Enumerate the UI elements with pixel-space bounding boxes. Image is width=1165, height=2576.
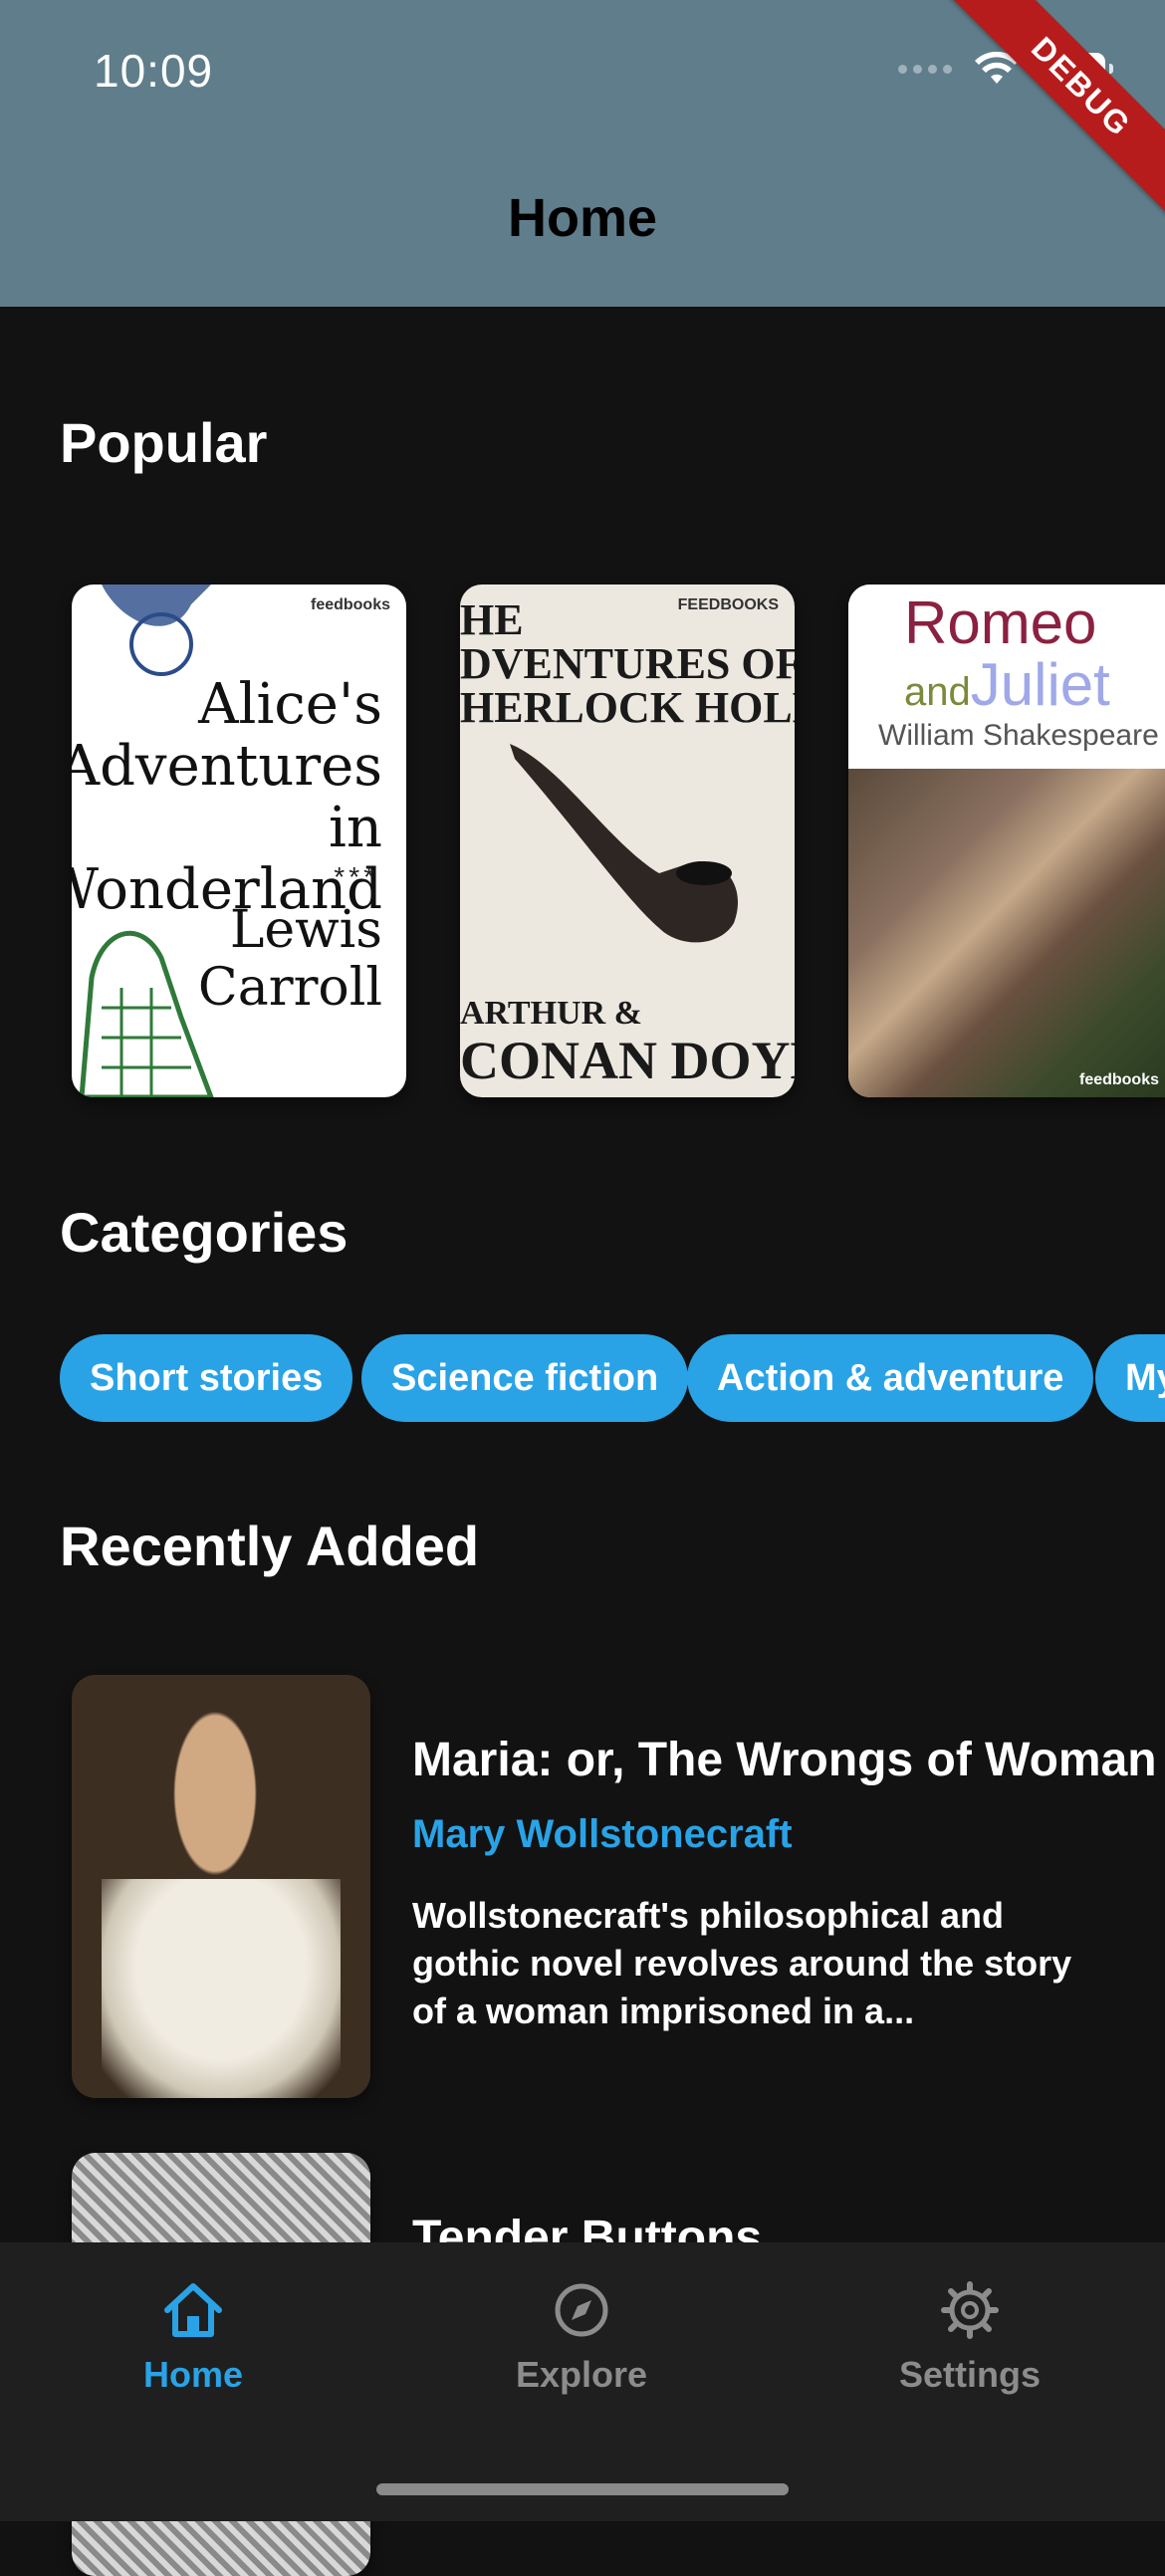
nav-label: Settings bbox=[898, 2354, 1041, 2395]
app-bar: 10:09 Home bbox=[0, 0, 1165, 307]
status-time: 10:09 bbox=[94, 45, 214, 97]
categories-heading: Categories bbox=[60, 1201, 349, 1264]
category-chip-mystery[interactable]: My bbox=[1095, 1334, 1165, 1422]
nav-label: Explore bbox=[515, 2354, 648, 2395]
signal-icon bbox=[898, 64, 952, 74]
cover-title: Romeo andJuliet bbox=[904, 589, 1110, 718]
book-cover-sherlock[interactable]: FEEDBOOKS HE DVENTURES OF HERLOCK HOLME … bbox=[460, 585, 795, 1097]
pipe-illustration bbox=[510, 744, 738, 943]
book-cover-romeo[interactable]: Romeo andJuliet William Shakespeare feed… bbox=[848, 585, 1165, 1097]
book-author: Mary Wollstonecraft bbox=[412, 1812, 793, 1856]
cover-header: Romeo andJuliet William Shakespeare bbox=[848, 585, 1165, 769]
cover-author: ARTHUR & CONAN DOYLE bbox=[460, 995, 795, 1090]
publisher-logo: feedbooks bbox=[310, 596, 390, 613]
nav-settings[interactable]: Settings bbox=[820, 2280, 1119, 2396]
nav-explore[interactable]: Explore bbox=[432, 2280, 731, 2396]
popular-heading: Popular bbox=[60, 411, 268, 474]
category-chip-science-fiction[interactable]: Science fiction bbox=[361, 1334, 689, 1422]
home-icon bbox=[164, 2283, 222, 2337]
nav-home[interactable]: Home bbox=[44, 2280, 343, 2396]
book-cover-maria[interactable] bbox=[72, 1675, 370, 2098]
category-chip-short-stories[interactable]: Short stories bbox=[60, 1334, 353, 1422]
portrait-dress bbox=[102, 1879, 341, 2098]
nav-label: Home bbox=[142, 2354, 244, 2395]
home-indicator bbox=[376, 2483, 789, 2495]
book-description: Wollstonecraft's philosophical and gothi… bbox=[412, 1895, 1072, 2031]
cover-stars: *** bbox=[334, 861, 378, 892]
bottom-navigation: Home Explore Settings bbox=[0, 2242, 1165, 2521]
cover-title: HE DVENTURES OF HERLOCK HOLME bbox=[460, 595, 795, 732]
category-chip-action-adventure[interactable]: Action & adventure bbox=[687, 1334, 1094, 1422]
cover-author: Lewis Carroll bbox=[197, 900, 382, 1018]
cover-author: William Shakespeare bbox=[878, 719, 1159, 752]
rabbit-illustration bbox=[79, 930, 214, 1097]
recently-added-heading: Recently Added bbox=[60, 1515, 480, 1577]
book-cover-alice[interactable]: feedbooks Alice's Adventures in Wonderla… bbox=[72, 585, 406, 1097]
publisher-logo: feedbooks bbox=[1078, 1071, 1159, 1088]
book-title[interactable]: Maria: or, The Wrongs of Woman bbox=[412, 1733, 1157, 1787]
compass-icon bbox=[555, 2283, 608, 2337]
page-title: Home bbox=[507, 188, 658, 248]
gear-icon bbox=[941, 2281, 999, 2339]
cover-painting bbox=[848, 769, 1165, 1097]
